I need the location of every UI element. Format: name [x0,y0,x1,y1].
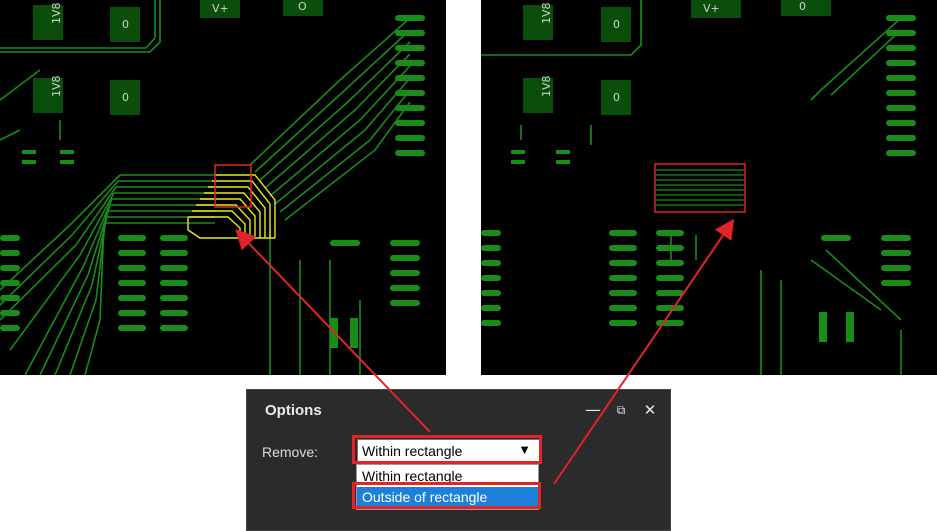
remove-dropdown-list: Within rectangle Outside of rectangle [356,464,539,510]
pcb-canvas-before: 1V8 0 V+ O 1V8 0 [0,0,425,375]
remove-dropdown[interactable]: Within rectangle ▼ [357,439,540,462]
pcb-label-0-top: 0 [613,18,620,31]
option-within-rectangle[interactable]: Within rectangle [357,466,538,486]
minimize-icon[interactable]: — [584,400,602,420]
pcb-label-vplus: V+ [212,2,229,15]
remove-dropdown-value: Within rectangle [362,443,463,459]
chevron-down-icon[interactable]: ▼ [518,442,531,457]
selection-rectangle-before [214,164,252,208]
pcb-label-0-mid: 0 [613,91,620,104]
pcb-canvas-after: 1V8 0 V+ 0 1V8 0 [481,0,916,375]
options-titlebar: Options — ⧉ ✕ [247,390,670,430]
pcb-label-1v8-mid: 1V8 [540,75,553,97]
pcb-label-vplus: V+ [703,2,720,15]
pcb-label-1v8-top: 1V8 [50,2,63,24]
pcb-view-after[interactable]: 1V8 0 V+ 0 1V8 0 [481,0,937,375]
remove-label: Remove: [262,444,319,460]
pcb-label-1v8-mid: 1V8 [50,75,63,97]
pcb-view-before[interactable]: 1V8 0 V+ O 1V8 0 [0,0,446,375]
restore-icon[interactable]: ⧉ [612,400,630,420]
pcb-label-0-right: 0 [799,0,806,13]
options-title: Options [265,402,322,419]
pcb-label-1v8-top: 1V8 [540,2,553,24]
pcb-label-0-top: 0 [122,18,129,31]
option-outside-of-rectangle[interactable]: Outside of rectangle [357,487,538,507]
close-icon[interactable]: ✕ [641,400,659,420]
pcb-label-o: O [298,0,307,13]
options-panel: Options — ⧉ ✕ Remove: Within rectangle ▼… [246,389,671,531]
pcb-label-0-mid: 0 [122,91,129,104]
